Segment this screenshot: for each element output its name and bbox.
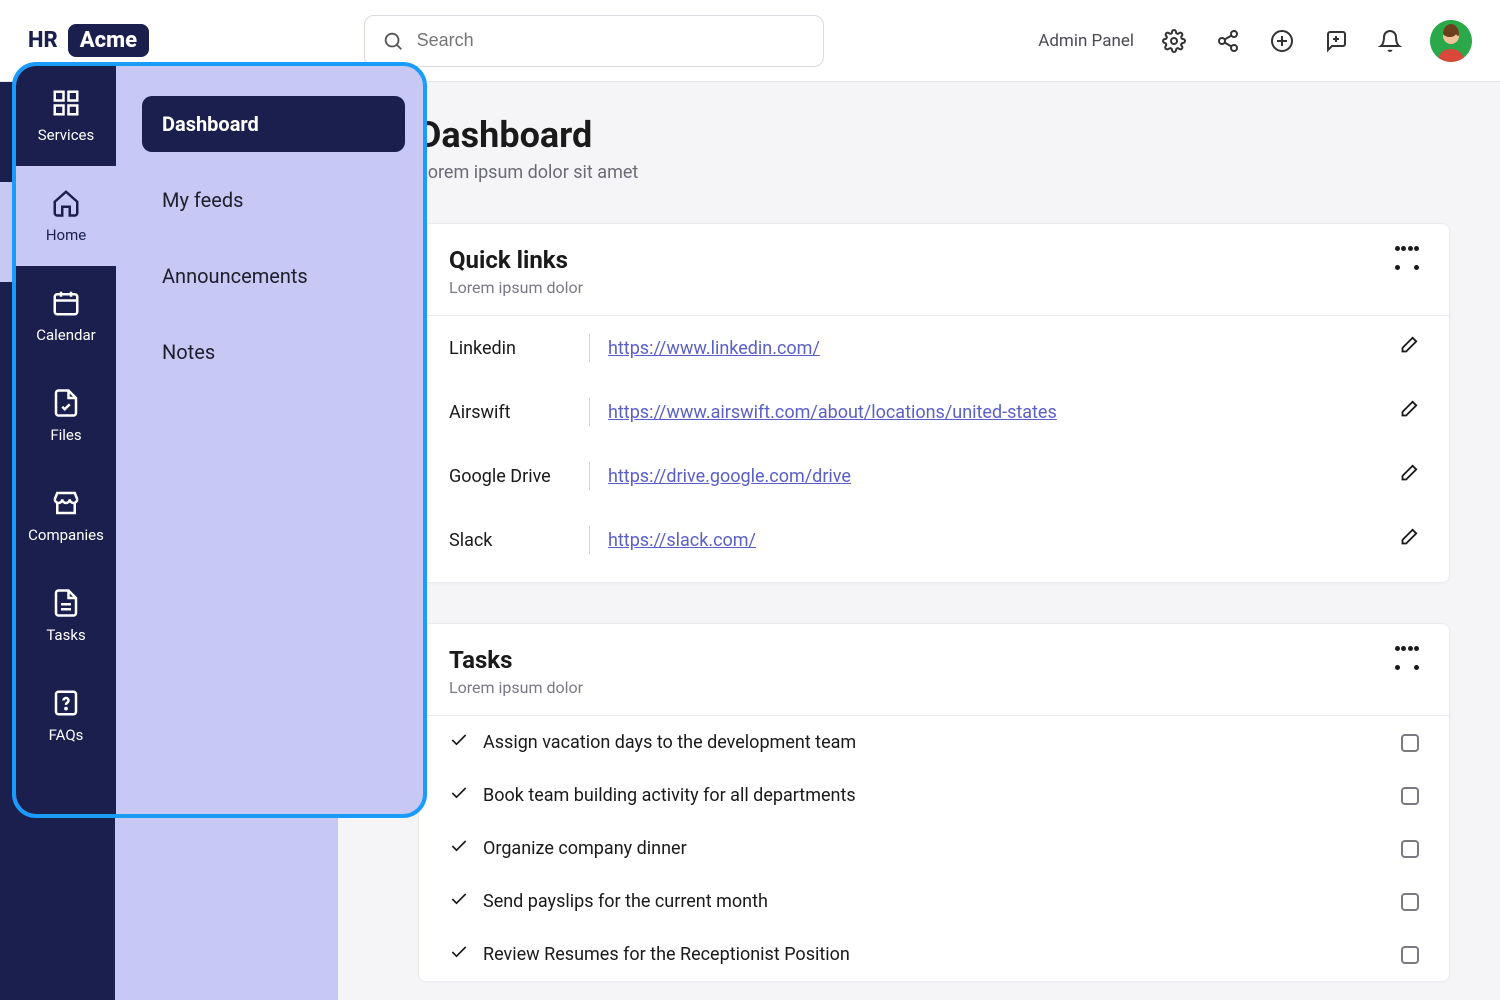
task-text: Book team building activity for all depa…: [483, 785, 856, 806]
page-subtitle: Lorem ipsum dolor sit amet: [418, 162, 1450, 183]
flyout-item-announcements[interactable]: Announcements: [142, 248, 405, 304]
divider: [589, 526, 590, 554]
new-message-icon[interactable]: [1322, 27, 1350, 55]
flyout-nav-companies[interactable]: Companies: [16, 466, 116, 566]
task-checkbox[interactable]: [1401, 893, 1419, 911]
quick-links-body: Linkedin https://www.linkedin.com/ Airsw…: [419, 316, 1449, 582]
settings-icon[interactable]: [1160, 27, 1188, 55]
flyout-nav-faqs[interactable]: FAQs: [16, 666, 116, 766]
add-icon[interactable]: [1268, 27, 1296, 55]
task-checkbox[interactable]: [1401, 946, 1419, 964]
task-row: Organize company dinner: [419, 822, 1449, 875]
quick-link-url[interactable]: https://slack.com/: [608, 530, 756, 551]
check-icon: [449, 889, 469, 914]
divider: [589, 462, 590, 490]
page-title: Dashboard: [418, 114, 1450, 156]
nav-label: FAQs: [49, 726, 84, 744]
search-icon: [382, 30, 404, 52]
task-row: Review Resumes for the Receptionist Posi…: [419, 928, 1449, 981]
flyout-inner-nav: Services Home Calendar Files Companies T…: [16, 66, 116, 814]
task-row: Assign vacation days to the development …: [419, 716, 1449, 769]
divider: [589, 334, 590, 362]
quick-link-row: Google Drive https://drive.google.com/dr…: [419, 444, 1449, 508]
quick-link-row: Linkedin https://www.linkedin.com/: [419, 316, 1449, 380]
task-checkbox[interactable]: [1401, 734, 1419, 752]
quick-link-url[interactable]: https://www.airswift.com/about/locations…: [608, 402, 1057, 423]
task-text: Organize company dinner: [483, 838, 687, 859]
content-area: Dashboard Lorem ipsum dolor sit amet Qui…: [338, 82, 1500, 1000]
drag-handle-icon[interactable]: [1395, 246, 1419, 270]
grid-icon: [51, 88, 81, 118]
nav-label: Services: [38, 126, 95, 144]
flyout-item-notes[interactable]: Notes: [142, 324, 405, 380]
tasks-body: Assign vacation days to the development …: [419, 716, 1449, 981]
task-text: Review Resumes for the Receptionist Posi…: [483, 944, 850, 965]
nav-label: Tasks: [46, 626, 85, 644]
file-check-icon: [51, 388, 81, 418]
quick-link-name: Linkedin: [449, 338, 589, 359]
search-wrap: [364, 15, 824, 67]
nav-label: Files: [50, 426, 81, 444]
flyout-nav-services[interactable]: Services: [16, 66, 116, 166]
notifications-icon[interactable]: [1376, 27, 1404, 55]
nav-label: Home: [46, 226, 86, 244]
edit-icon[interactable]: [1397, 463, 1419, 490]
quick-links-card: Quick links Lorem ipsum dolor Linkedin h…: [418, 223, 1450, 583]
help-book-icon: [51, 688, 81, 718]
tasks-subtitle: Lorem ipsum dolor: [449, 678, 583, 697]
edit-icon[interactable]: [1397, 527, 1419, 554]
edit-icon[interactable]: [1397, 335, 1419, 362]
flyout-nav-calendar[interactable]: Calendar: [16, 266, 116, 366]
task-text: Assign vacation days to the development …: [483, 732, 856, 753]
storefront-icon: [51, 488, 81, 518]
header-right: Admin Panel: [1038, 20, 1472, 62]
tasks-title: Tasks: [449, 646, 583, 674]
quick-links-title: Quick links: [449, 246, 583, 274]
quick-link-row: Slack https://slack.com/: [419, 508, 1449, 582]
flyout-menu: Dashboard My feeds Announcements Notes: [142, 96, 405, 380]
flyout-nav-home[interactable]: Home: [16, 166, 116, 266]
logo-badge: Acme: [68, 24, 149, 57]
flyout-item-my-feeds[interactable]: My feeds: [142, 172, 405, 228]
flyout-nav-tasks[interactable]: Tasks: [16, 566, 116, 666]
quick-links-subtitle: Lorem ipsum dolor: [449, 278, 583, 297]
admin-panel-link[interactable]: Admin Panel: [1038, 31, 1134, 51]
nav-label: Companies: [28, 526, 104, 544]
tasks-card: Tasks Lorem ipsum dolor Assign vacation …: [418, 623, 1450, 982]
check-icon: [449, 783, 469, 808]
share-icon[interactable]: [1214, 27, 1242, 55]
logo-left: HR: [28, 28, 58, 53]
document-icon: [51, 588, 81, 618]
quick-link-name: Airswift: [449, 402, 589, 423]
task-row: Book team building activity for all depa…: [419, 769, 1449, 822]
divider: [589, 398, 590, 426]
check-icon: [449, 836, 469, 861]
edit-icon[interactable]: [1397, 399, 1419, 426]
quick-link-row: Airswift https://www.airswift.com/about/…: [419, 380, 1449, 444]
nav-label: Calendar: [36, 326, 96, 344]
flyout-nav-files[interactable]: Files: [16, 366, 116, 466]
task-row: Send payslips for the current month: [419, 875, 1449, 928]
home-icon: [51, 188, 81, 218]
search-input[interactable]: [364, 15, 824, 67]
quick-link-name: Google Drive: [449, 466, 589, 487]
quick-link-url[interactable]: https://www.linkedin.com/: [608, 338, 820, 359]
task-text: Send payslips for the current month: [483, 891, 768, 912]
app-logo: HR Acme: [28, 24, 149, 57]
home-flyout: Services Home Calendar Files Companies T…: [12, 62, 427, 818]
check-icon: [449, 730, 469, 755]
check-icon: [449, 942, 469, 967]
task-checkbox[interactable]: [1401, 840, 1419, 858]
quick-link-url[interactable]: https://drive.google.com/drive: [608, 466, 851, 487]
flyout-item-dashboard[interactable]: Dashboard: [142, 96, 405, 152]
avatar[interactable]: [1430, 20, 1472, 62]
task-checkbox[interactable]: [1401, 787, 1419, 805]
calendar-icon: [51, 288, 81, 318]
quick-link-name: Slack: [449, 530, 589, 551]
drag-handle-icon[interactable]: [1395, 646, 1419, 670]
